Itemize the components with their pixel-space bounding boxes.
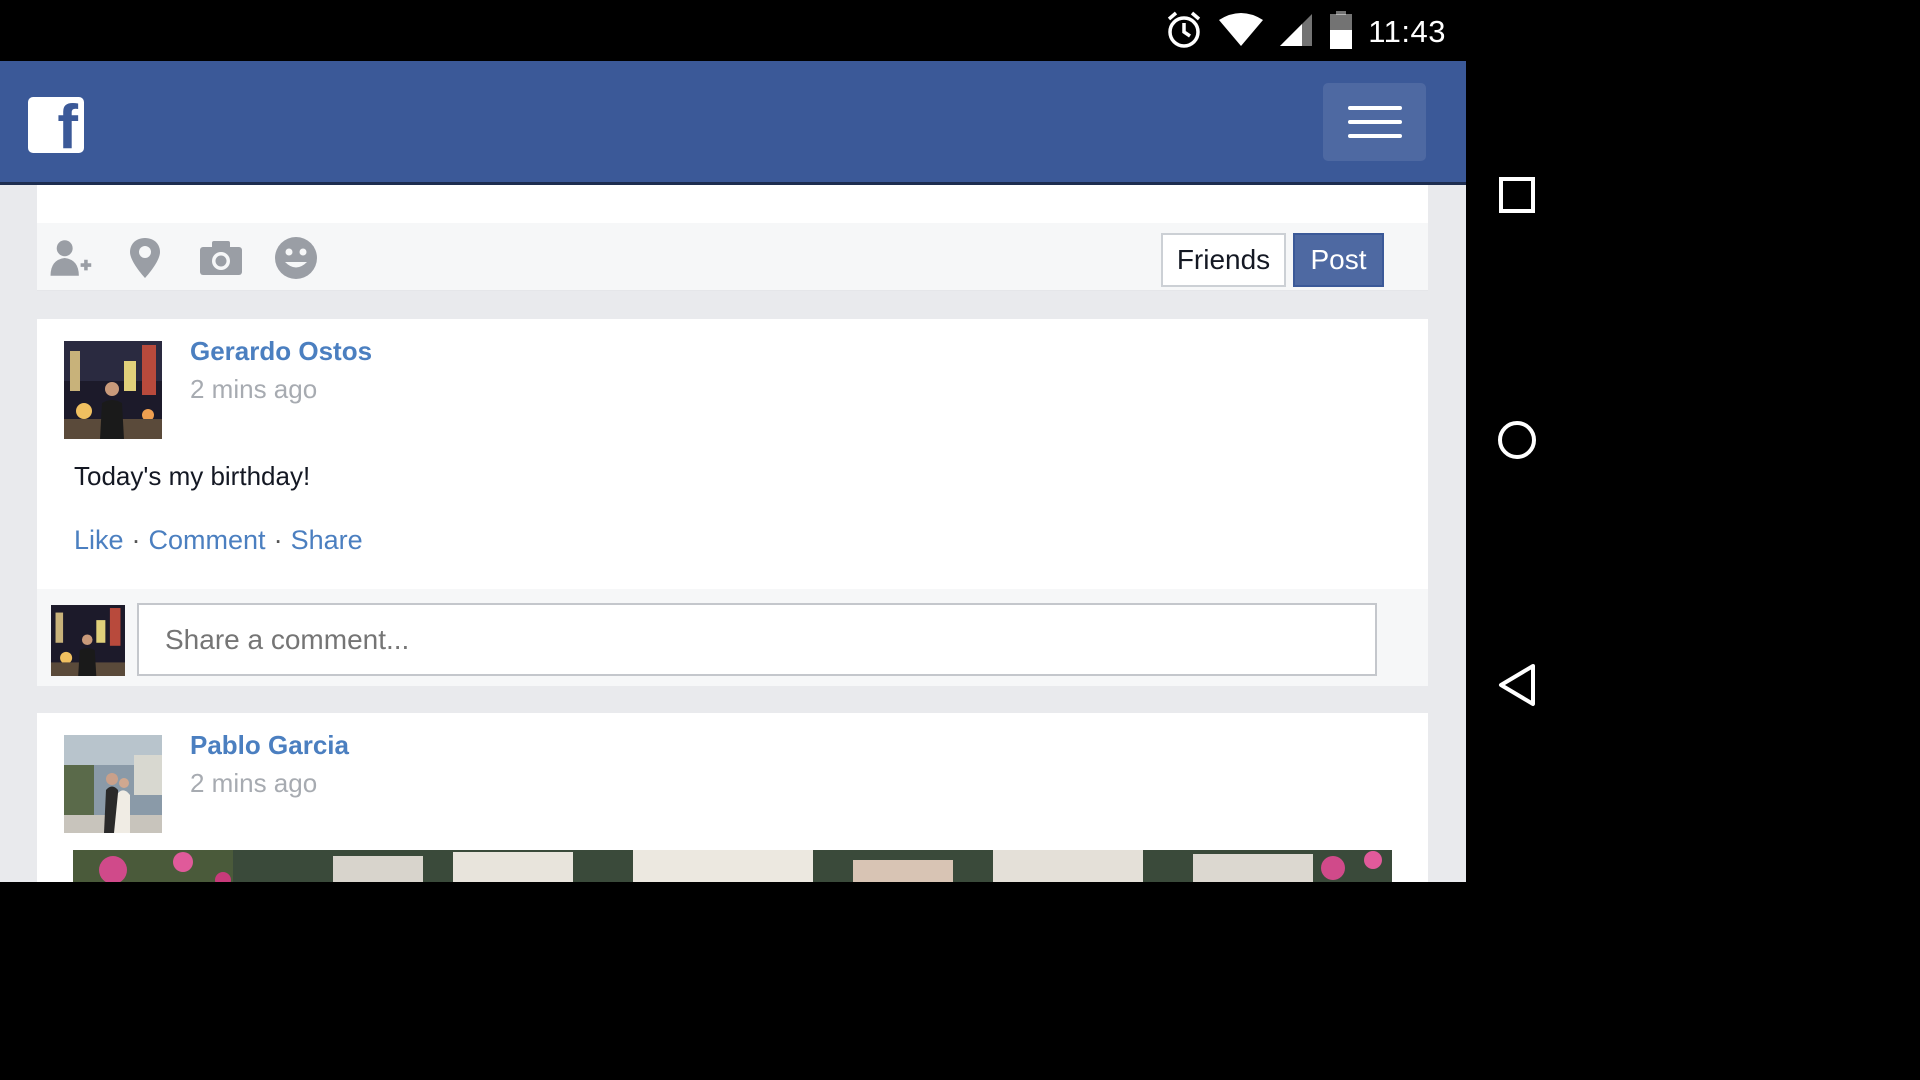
composer-toolbar: Friends Post xyxy=(37,223,1428,291)
status-icons: 11:43 xyxy=(1164,10,1446,54)
emoji-icon[interactable] xyxy=(273,235,319,281)
action-separator: · xyxy=(131,525,141,555)
back-triangle-icon[interactable] xyxy=(1496,664,1538,706)
feed-post: Pablo Garcia 2 mins ago xyxy=(37,713,1428,882)
post-actions: Like · Comment · Share xyxy=(74,525,363,556)
hamburger-menu-icon xyxy=(1347,106,1402,110)
post-photo[interactable] xyxy=(73,850,1392,882)
post-button[interactable]: Post xyxy=(1293,233,1384,287)
menu-button[interactable] xyxy=(1323,83,1426,161)
facebook-f-icon: f xyxy=(57,97,78,153)
author-avatar[interactable] xyxy=(64,341,162,439)
status-time: 11:43 xyxy=(1368,14,1446,49)
tag-friends-icon[interactable] xyxy=(47,235,93,281)
post-text: Today's my birthday! xyxy=(74,461,311,491)
navigation-bar xyxy=(1466,0,1568,882)
facebook-app: f Friends Post Gerardo Ostos 2 mins ago … xyxy=(0,61,1466,882)
facebook-logo[interactable]: f xyxy=(28,97,84,153)
cell-signal-icon xyxy=(1278,12,1314,53)
audience-friends-button[interactable]: Friends xyxy=(1161,233,1286,287)
alarm-icon xyxy=(1164,10,1204,55)
commenter-avatar xyxy=(51,605,125,676)
comment-area xyxy=(37,589,1428,686)
action-separator: · xyxy=(273,525,283,555)
location-pin-icon[interactable] xyxy=(122,235,168,281)
post-timestamp[interactable]: 2 mins ago xyxy=(190,374,317,405)
battery-icon xyxy=(1328,10,1354,55)
comment-input[interactable] xyxy=(137,603,1377,676)
composer-text-area[interactable] xyxy=(37,185,1428,223)
wifi-icon xyxy=(1218,12,1264,53)
like-link[interactable]: Like xyxy=(74,525,124,556)
recents-square-icon[interactable] xyxy=(1496,174,1538,216)
author-avatar[interactable] xyxy=(64,735,162,833)
status-bar: 11:43 xyxy=(0,0,1466,61)
post-author-name[interactable]: Gerardo Ostos xyxy=(190,336,372,367)
feed-post: Gerardo Ostos 2 mins ago Today's my birt… xyxy=(37,319,1428,686)
comment-link[interactable]: Comment xyxy=(149,525,266,556)
post-timestamp[interactable]: 2 mins ago xyxy=(190,768,317,799)
camera-icon[interactable] xyxy=(198,235,244,281)
share-link[interactable]: Share xyxy=(291,525,363,556)
top-bar: f xyxy=(0,61,1466,185)
home-circle-icon[interactable] xyxy=(1496,419,1538,461)
post-author-name[interactable]: Pablo Garcia xyxy=(190,730,349,761)
